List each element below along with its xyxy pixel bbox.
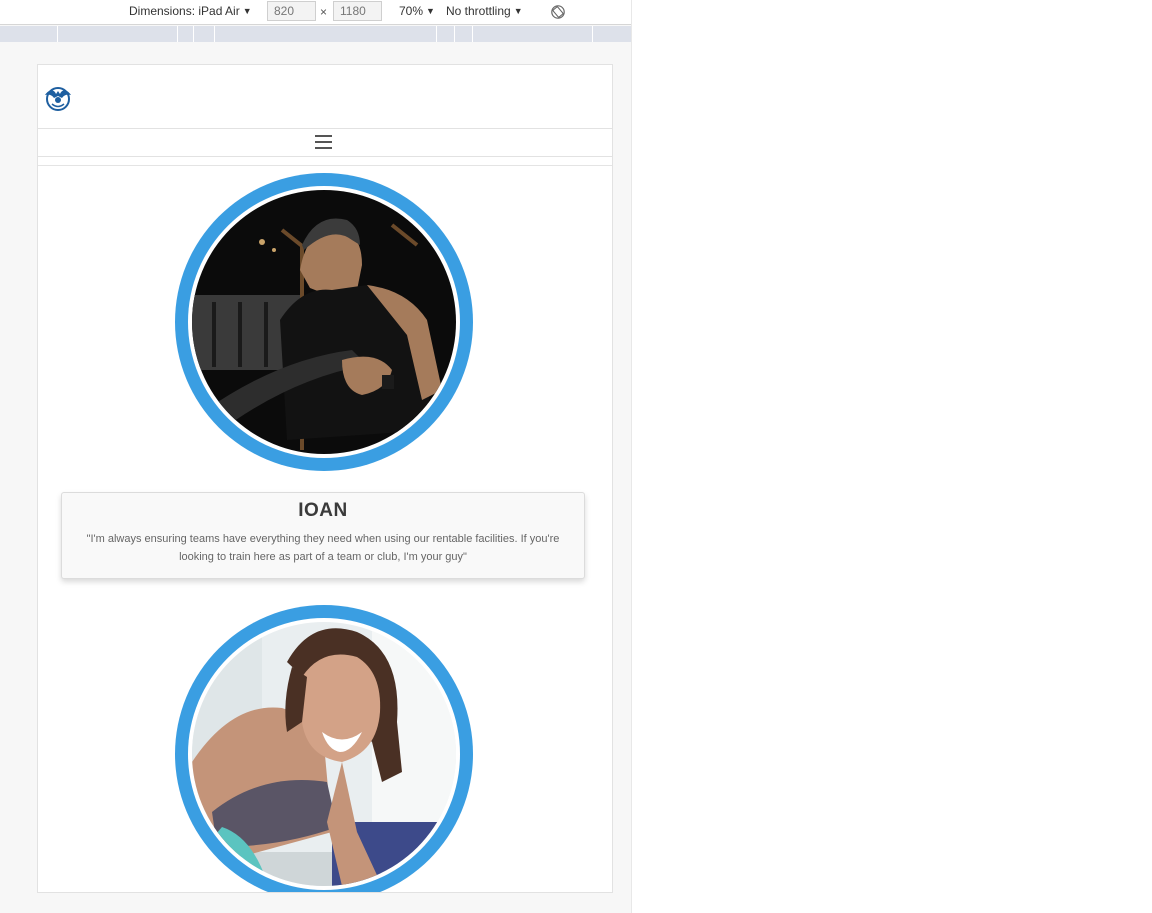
devtools-device-emulator: Dimensions: iPad Air ▼ 820 × 1180 70% ▼ No… bbox=[0, 0, 632, 913]
media-query-divider bbox=[472, 26, 473, 42]
media-query-divider bbox=[177, 26, 178, 42]
throttling-dropdown[interactable]: No throttling ▼ bbox=[446, 4, 523, 18]
zoom-dropdown[interactable]: 70% ▼ bbox=[399, 4, 435, 18]
media-query-divider bbox=[57, 26, 58, 42]
zoom-label: 70% bbox=[399, 4, 424, 18]
trainer-avatar-frame bbox=[175, 605, 473, 892]
trainer-photo bbox=[192, 190, 456, 454]
device-toolbar: Dimensions: iPad Air ▼ 820 × 1180 70% ▼ No… bbox=[0, 0, 631, 25]
media-query-divider bbox=[592, 26, 593, 42]
trainer-quote: "I'm always ensuring teams have everythi… bbox=[86, 533, 560, 563]
media-query-divider bbox=[214, 26, 215, 42]
dimensions-label: Dimensions: iPad Air bbox=[129, 4, 240, 18]
times-sign: × bbox=[320, 5, 328, 19]
throttling-label: No throttling bbox=[446, 4, 511, 18]
caret-down-icon: ▼ bbox=[242, 6, 252, 16]
caret-down-icon: ▼ bbox=[426, 6, 435, 16]
site-header bbox=[38, 65, 612, 129]
trainer-photo bbox=[192, 622, 456, 886]
media-query-divider bbox=[436, 26, 437, 42]
rotate-device-icon[interactable] bbox=[550, 4, 566, 20]
trainer-avatar-frame bbox=[175, 173, 473, 471]
divider bbox=[38, 165, 612, 166]
trainer-name: IOAN bbox=[298, 500, 348, 521]
media-query-divider bbox=[193, 26, 194, 42]
hamburger-menu-icon[interactable] bbox=[315, 135, 332, 149]
trainer-card: IOAN "I'm always ensuring teams have eve… bbox=[61, 492, 585, 579]
club-logo-icon[interactable] bbox=[43, 85, 73, 111]
media-query-bar[interactable] bbox=[0, 26, 631, 42]
caret-down-icon: ▼ bbox=[513, 6, 523, 16]
nav-bar bbox=[38, 129, 612, 157]
width-input[interactable]: 820 bbox=[267, 1, 316, 21]
media-query-divider bbox=[454, 26, 455, 42]
height-input[interactable]: 1180 bbox=[333, 1, 382, 21]
dimensions-dropdown[interactable]: Dimensions: iPad Air ▼ bbox=[129, 4, 252, 18]
device-viewport: IOAN "I'm always ensuring teams have eve… bbox=[37, 64, 613, 893]
